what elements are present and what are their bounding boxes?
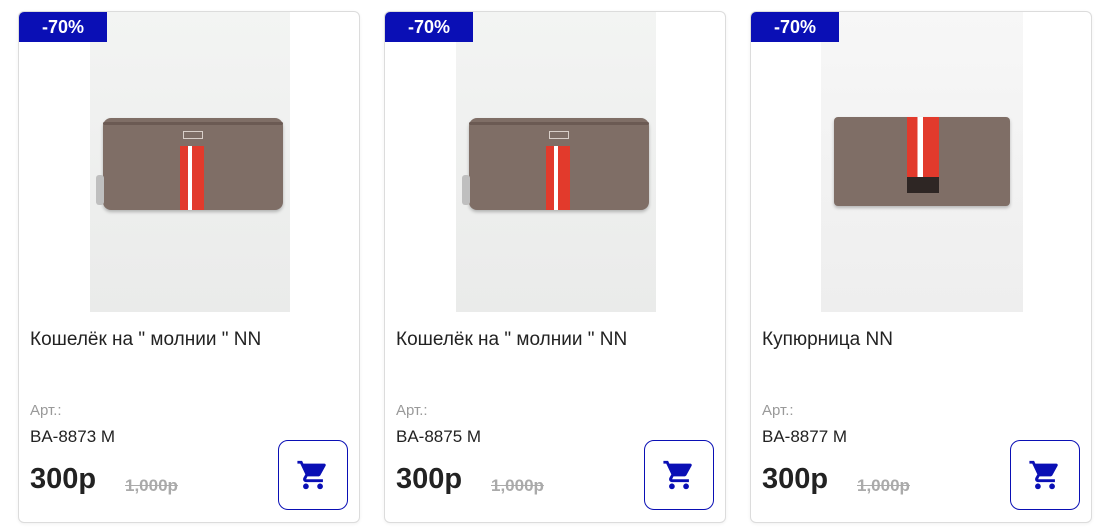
shopping-cart-icon xyxy=(297,460,326,490)
product-image[interactable] xyxy=(90,12,290,312)
product-image[interactable] xyxy=(456,12,656,312)
product-title[interactable]: Кошелёк на " молнии " NN xyxy=(396,329,627,351)
shopping-cart-icon xyxy=(663,460,692,490)
wallet-illustration xyxy=(103,118,283,210)
add-to-cart-button[interactable] xyxy=(1010,440,1080,510)
sku-value: BA-8873 M xyxy=(30,427,116,446)
sku-label: Арт.: xyxy=(762,402,794,419)
wallet-illustration xyxy=(469,118,649,210)
add-to-cart-button[interactable] xyxy=(278,440,348,510)
product-card[interactable]: -70% Купюрница NN Арт.: BA-8877 M 300р 1… xyxy=(750,11,1092,523)
shopping-cart-icon xyxy=(1029,460,1058,490)
wallet-illustration xyxy=(834,117,1010,206)
current-price: 300р xyxy=(762,463,829,495)
old-price: 1,000р xyxy=(491,476,544,495)
product-title[interactable]: Кошелёк на " молнии " NN xyxy=(30,329,261,351)
sku-label: Арт.: xyxy=(30,402,62,419)
sku-label: Арт.: xyxy=(396,402,428,419)
product-card[interactable]: -70% Кошелёк на " молнии " NN Арт.: BA-8… xyxy=(384,11,726,523)
old-price: 1,000р xyxy=(857,476,910,495)
discount-badge: -70% xyxy=(19,12,107,42)
sku-value: BA-8875 M xyxy=(396,427,482,446)
product-title[interactable]: Купюрница NN xyxy=(762,329,893,351)
sku-value: BA-8877 M xyxy=(762,427,848,446)
old-price: 1,000р xyxy=(125,476,178,495)
add-to-cart-button[interactable] xyxy=(644,440,714,510)
discount-badge: -70% xyxy=(751,12,839,42)
current-price: 300р xyxy=(396,463,463,495)
product-image[interactable] xyxy=(821,12,1023,312)
current-price: 300р xyxy=(30,463,97,495)
discount-badge: -70% xyxy=(385,12,473,42)
product-card[interactable]: -70% Кошелёк на " молнии " NN Арт.: BA-8… xyxy=(18,11,360,523)
